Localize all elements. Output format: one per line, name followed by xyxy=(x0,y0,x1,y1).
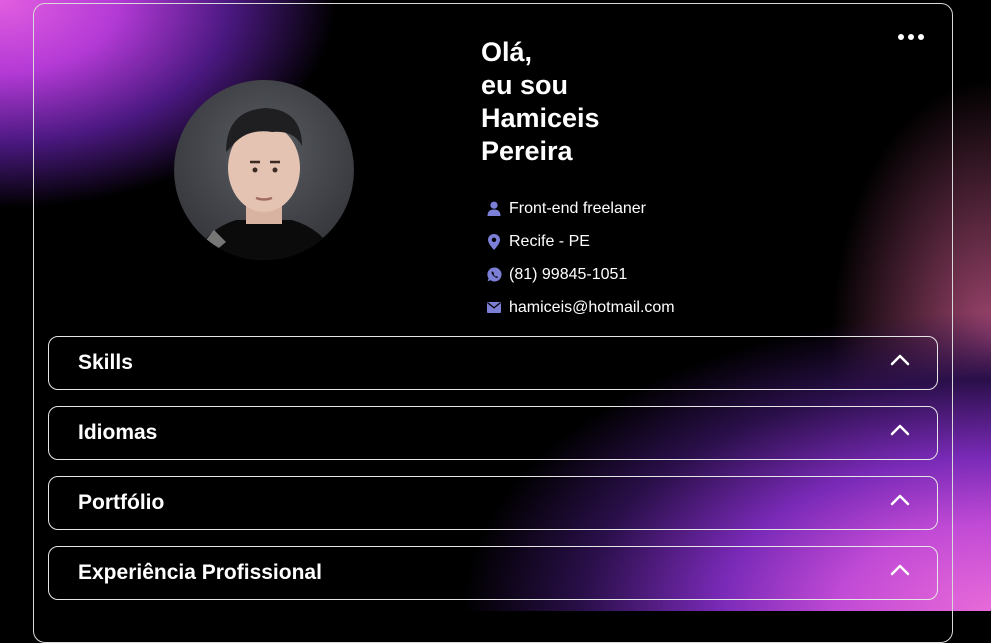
section-label: Portfólio xyxy=(78,491,165,514)
section-idiomas[interactable]: Idiomas xyxy=(48,406,938,460)
greeting-line: Pereira xyxy=(481,136,573,166)
section-experiencia-profissional[interactable]: Experiência Profissional xyxy=(48,546,938,600)
section-skills[interactable]: Skills xyxy=(48,336,938,390)
greeting-line: Hamiceis xyxy=(481,103,600,133)
info-text: Recife - PE xyxy=(509,232,590,250)
greeting-heading: Olá, eu sou Hamiceis Pereira xyxy=(481,36,600,168)
section-label: Idiomas xyxy=(78,421,158,444)
info-text: Front-end freelaner xyxy=(509,199,646,217)
greeting-line: Olá, xyxy=(481,37,533,67)
info-item-role: Front-end freelaner xyxy=(486,192,675,225)
chevron-up-icon xyxy=(889,349,911,371)
more-dot-icon xyxy=(898,34,904,40)
mail-icon xyxy=(486,300,502,316)
chevron-up-icon xyxy=(889,489,911,511)
info-item-phone[interactable]: (81) 99845-1051 xyxy=(486,258,675,291)
more-options-button[interactable] xyxy=(893,27,929,47)
info-item-location: Recife - PE xyxy=(486,225,675,258)
chevron-up-icon xyxy=(889,419,911,441)
greeting-line: eu sou xyxy=(481,70,569,100)
more-dot-icon xyxy=(908,34,914,40)
more-dot-icon xyxy=(918,34,924,40)
person-icon xyxy=(486,201,502,217)
section-portfolio[interactable]: Portfólio xyxy=(48,476,938,530)
contact-info-list: Front-end freelaner Recife - PE (81) 998… xyxy=(486,192,675,324)
location-pin-icon xyxy=(486,233,502,250)
profile-photo xyxy=(194,108,336,260)
chevron-up-icon xyxy=(889,559,911,581)
section-label: Experiência Profissional xyxy=(78,561,322,584)
info-item-email[interactable]: hamiceis@hotmail.com xyxy=(486,291,675,324)
section-label: Skills xyxy=(78,351,133,374)
info-text: (81) 99845-1051 xyxy=(509,265,628,283)
whatsapp-icon xyxy=(486,267,502,283)
avatar xyxy=(174,80,354,260)
info-text: hamiceis@hotmail.com xyxy=(509,298,675,316)
